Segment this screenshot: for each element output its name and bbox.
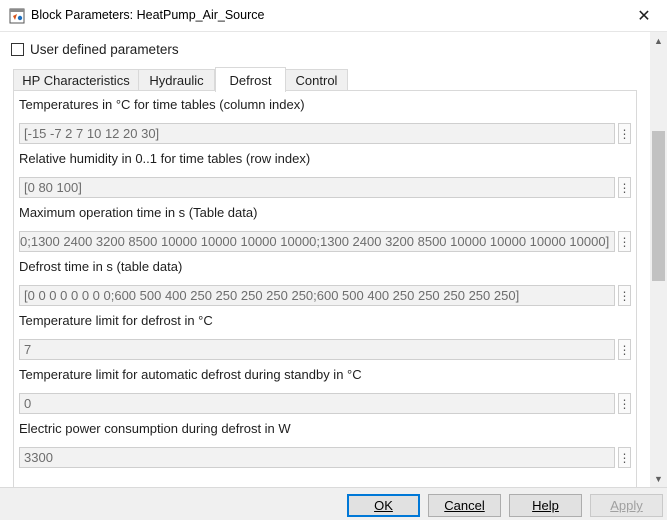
param-label: Defrost time in s (table data)	[19, 259, 183, 274]
param-input[interactable]: [0 0 0 0 0 0 0 0;600 500 400 250 250 250…	[19, 285, 615, 306]
more-options-icon[interactable]: ⋮	[618, 123, 631, 144]
window-title: Block Parameters: HeatPump_Air_Source	[31, 8, 265, 22]
title-bar: Block Parameters: HeatPump_Air_Source ✕	[0, 0, 667, 32]
dialog-footer: OK Cancel Help Apply	[0, 487, 667, 520]
close-icon[interactable]: ✕	[621, 0, 667, 32]
tab-hp-characteristics[interactable]: HP Characteristics	[13, 69, 139, 91]
apply-button-label: Apply	[610, 498, 643, 513]
param-input[interactable]: 0;1300 2400 3200 8500 10000 10000 10000 …	[19, 231, 615, 252]
cancel-button[interactable]: Cancel	[428, 494, 501, 517]
param-input-text: 0;1300 2400 3200 8500 10000 10000 10000 …	[20, 234, 610, 249]
param-label: Temperature limit for defrost in °C	[19, 313, 213, 328]
param-input[interactable]: [-15 -7 2 7 10 12 20 30]	[19, 123, 615, 144]
more-options-icon[interactable]: ⋮	[618, 339, 631, 360]
vertical-scrollbar[interactable]: ▲ ▼	[650, 32, 667, 487]
tab-hydraulic[interactable]: Hydraulic	[138, 69, 215, 91]
param-temperatures: Temperatures in °C for time tables (colu…	[19, 97, 631, 144]
tab-control[interactable]: Control	[285, 69, 348, 91]
user-defined-checkbox[interactable]	[11, 43, 24, 56]
param-electric-power: Electric power consumption during defros…	[19, 421, 631, 468]
user-defined-checkbox-row[interactable]: User defined parameters	[11, 42, 179, 57]
param-label: Temperatures in °C for time tables (colu…	[19, 97, 305, 112]
param-label: Temperature limit for automatic defrost …	[19, 367, 362, 382]
param-input[interactable]: 0	[19, 393, 615, 414]
param-temperature-limit: Temperature limit for defrost in °C 7 ⋮	[19, 313, 631, 360]
user-defined-label: User defined parameters	[30, 42, 179, 57]
help-button[interactable]: Help	[509, 494, 582, 517]
dialog-content: User defined parameters HP Characteristi…	[0, 32, 650, 487]
param-label: Relative humidity in 0..1 for time table…	[19, 151, 311, 166]
scroll-down-icon[interactable]: ▼	[650, 470, 667, 487]
defrost-panel: Temperatures in °C for time tables (colu…	[13, 90, 637, 487]
param-defrost-time: Defrost time in s (table data) [0 0 0 0 …	[19, 259, 631, 306]
more-options-icon[interactable]: ⋮	[618, 231, 631, 252]
param-input[interactable]: 7	[19, 339, 615, 360]
ok-button-label: OK	[374, 498, 393, 513]
more-options-icon[interactable]: ⋮	[618, 447, 631, 468]
param-max-operation-time: Maximum operation time in s (Table data)…	[19, 205, 631, 252]
scroll-up-icon[interactable]: ▲	[650, 32, 667, 49]
param-input[interactable]: 3300	[19, 447, 615, 468]
help-button-label: Help	[532, 498, 559, 513]
param-label: Maximum operation time in s (Table data)	[19, 205, 258, 220]
apply-button[interactable]: Apply	[590, 494, 663, 517]
param-standby-defrost-limit: Temperature limit for automatic defrost …	[19, 367, 631, 414]
more-options-icon[interactable]: ⋮	[618, 393, 631, 414]
scrollbar-thumb[interactable]	[652, 131, 665, 281]
param-relative-humidity: Relative humidity in 0..1 for time table…	[19, 151, 631, 198]
tab-defrost[interactable]: Defrost	[215, 67, 286, 92]
block-parameters-icon	[9, 8, 25, 24]
param-input[interactable]: [0 80 100]	[19, 177, 615, 198]
cancel-button-label: Cancel	[444, 498, 485, 513]
ok-button[interactable]: OK	[347, 494, 420, 517]
more-options-icon[interactable]: ⋮	[618, 285, 631, 306]
more-options-icon[interactable]: ⋮	[618, 177, 631, 198]
param-label: Electric power consumption during defros…	[19, 421, 291, 436]
